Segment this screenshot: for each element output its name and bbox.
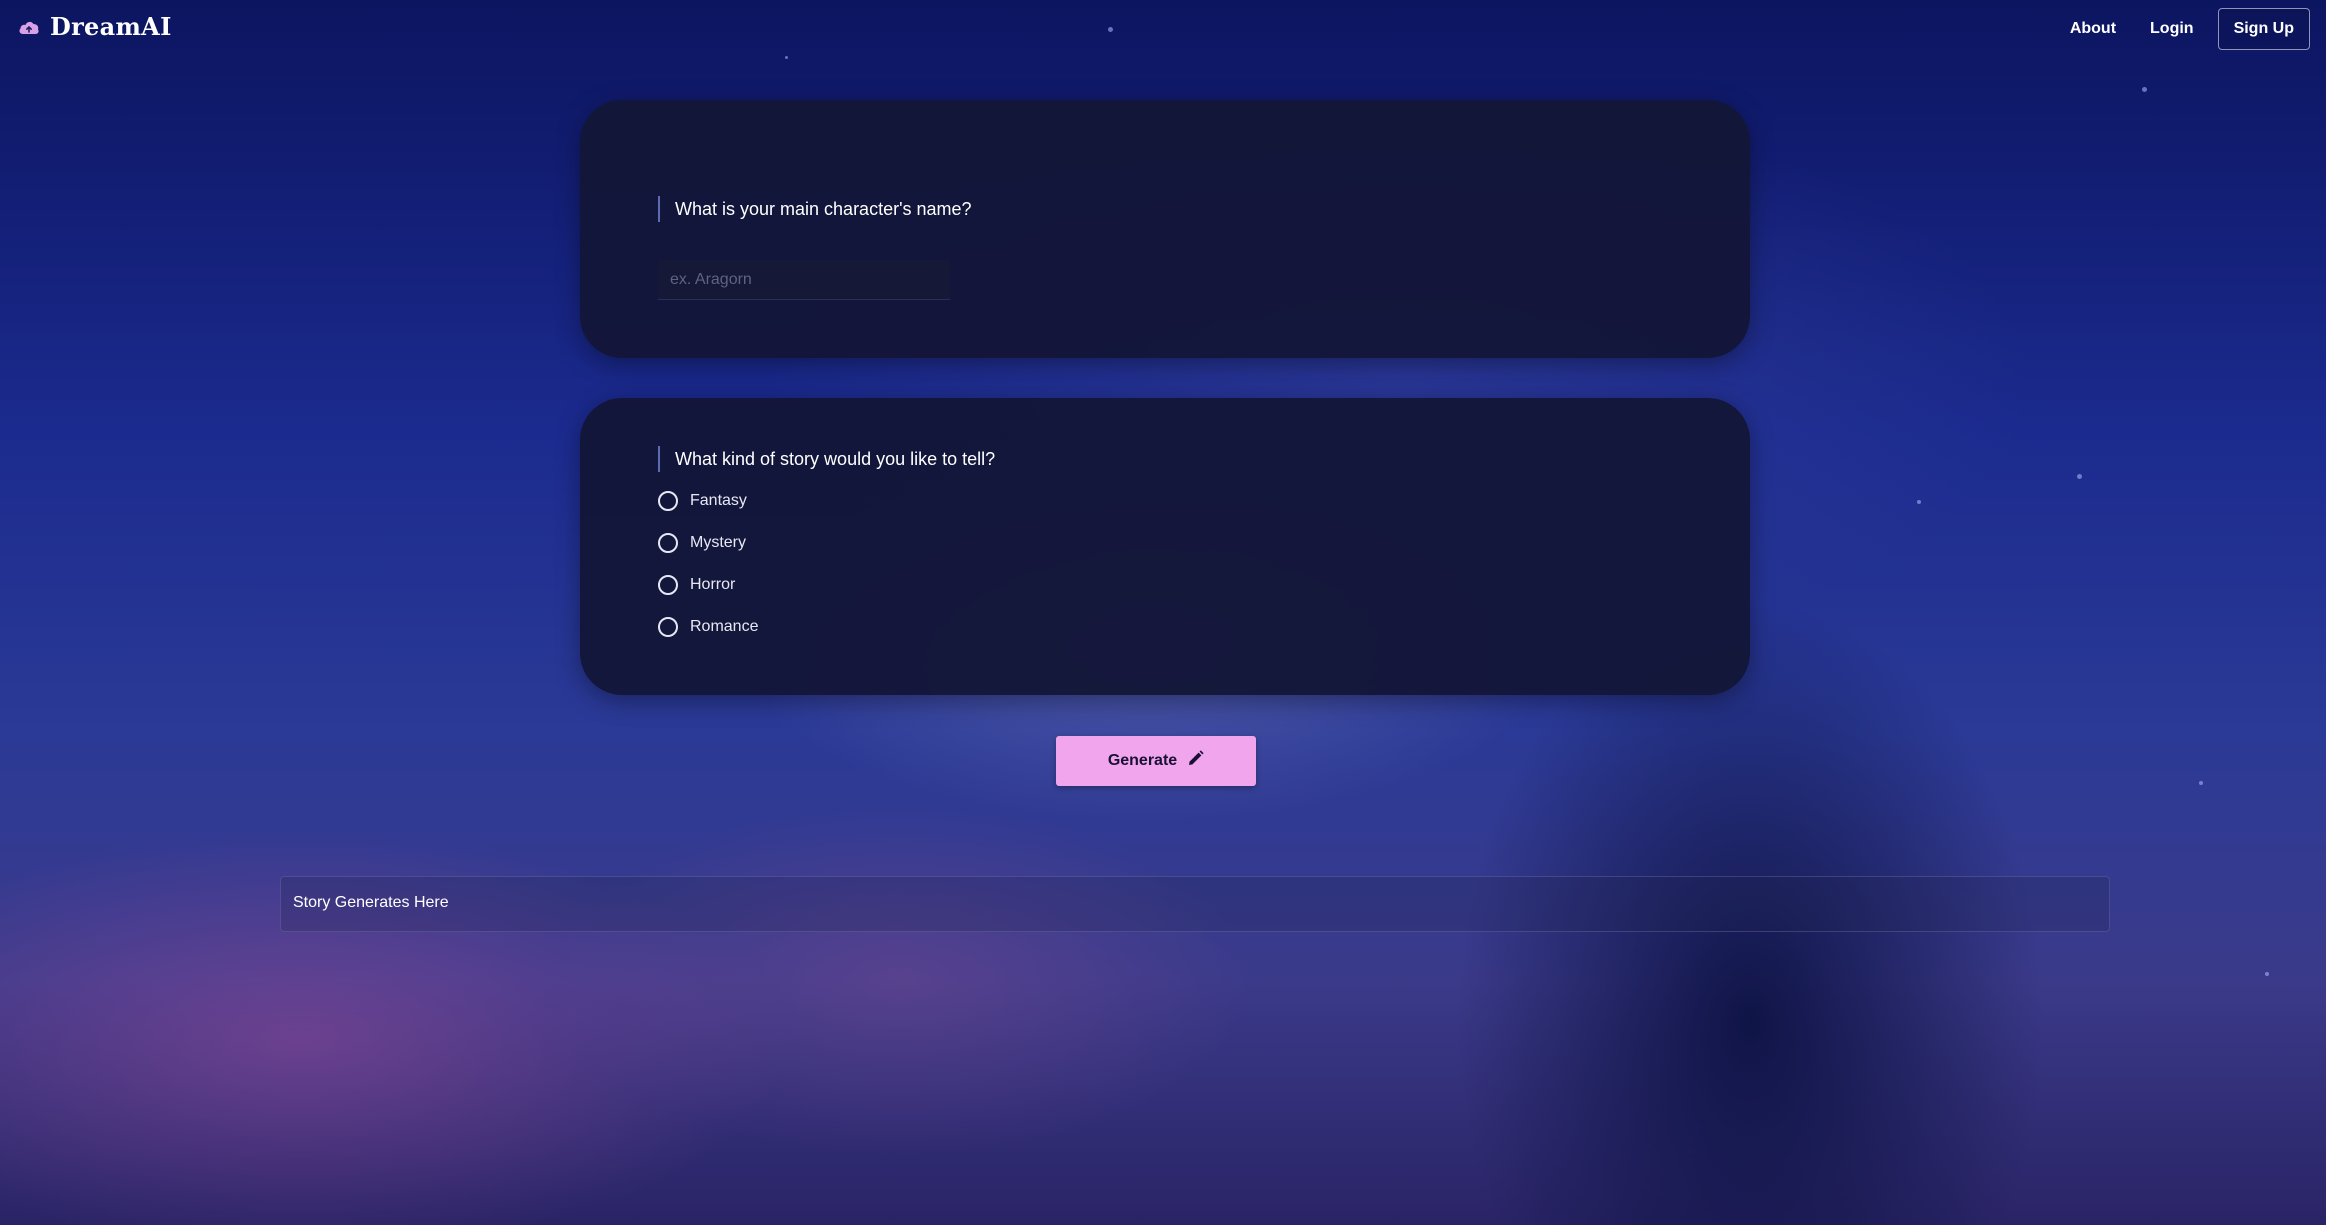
radio-button[interactable] (658, 491, 678, 511)
story-output-placeholder: Story Generates Here (293, 894, 449, 911)
character-name-card: What is your main character's name? (580, 100, 1750, 358)
character-name-input[interactable] (658, 260, 950, 300)
top-nav: About Login Sign Up (2036, 8, 2310, 50)
background-star (785, 56, 788, 59)
radio-option-fantasy[interactable]: Fantasy (658, 491, 747, 511)
brand-name: DreamAI (50, 12, 172, 41)
generate-button[interactable]: Generate (1056, 736, 1256, 786)
radio-label: Romance (690, 618, 759, 635)
radio-button[interactable] (658, 533, 678, 553)
radio-label: Fantasy (690, 492, 747, 509)
background-star (2077, 474, 2082, 479)
story-output-box[interactable]: Story Generates Here (280, 876, 2110, 932)
story-type-question: What kind of story would you like to tel… (658, 446, 995, 472)
radio-option-horror[interactable]: Horror (658, 575, 735, 595)
brand-logo[interactable]: DreamAI (18, 12, 172, 41)
nav-about-link[interactable]: About (2070, 20, 2116, 38)
generate-button-label: Generate (1107, 752, 1178, 769)
pencil-icon (1187, 750, 1204, 772)
background-star (2265, 972, 2269, 976)
story-type-card: What kind of story would you like to tel… (580, 398, 1750, 695)
radio-option-romance[interactable]: Romance (658, 617, 758, 637)
background-star (2199, 781, 2203, 785)
radio-button[interactable] (658, 617, 678, 637)
character-name-question: What is your main character's name? (658, 196, 972, 222)
signup-button[interactable]: Sign Up (2217, 8, 2310, 50)
background-star (2142, 87, 2147, 92)
cloud-icon (18, 18, 40, 36)
radio-option-mystery[interactable]: Mystery (658, 533, 746, 553)
radio-label: Mystery (690, 534, 746, 551)
radio-button[interactable] (658, 575, 678, 595)
nav-login-link[interactable]: Login (2150, 20, 2194, 38)
background-star (1917, 500, 1921, 504)
radio-label: Horror (690, 576, 736, 593)
background-star (1108, 27, 1113, 32)
